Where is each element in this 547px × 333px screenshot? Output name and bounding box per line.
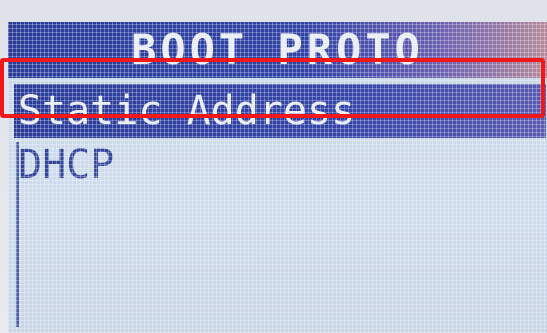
menu-item-label: DHCP <box>18 142 115 188</box>
menu-item-dhcp[interactable]: DHCP <box>14 138 546 192</box>
list-edge-marker <box>16 142 19 327</box>
selection-highlight-frame <box>0 58 545 118</box>
